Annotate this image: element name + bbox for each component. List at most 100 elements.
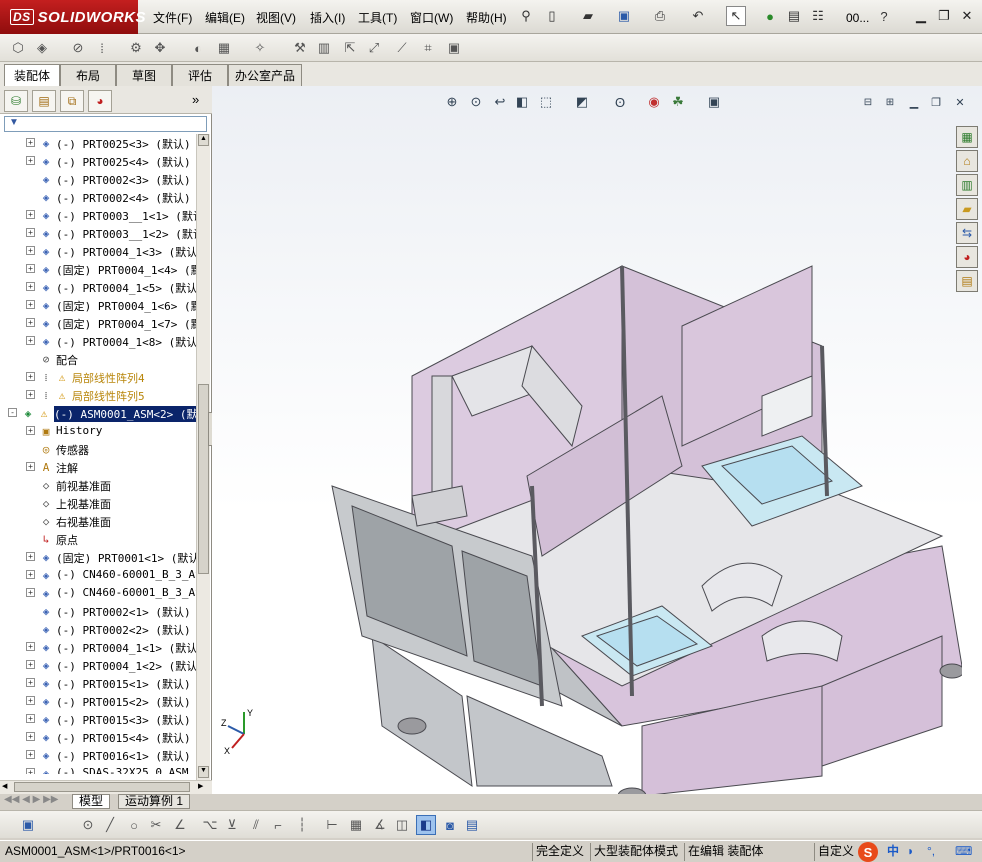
- tree-item[interactable]: + ◈ (-) PRT0015<1> (默认): [0, 674, 196, 692]
- explode-line-sketch-icon[interactable]: ⤢: [364, 38, 384, 58]
- tree-item[interactable]: + ◈ (-) PRT0004_1<8> (默认: [0, 332, 196, 350]
- rebuild-traffic-light-icon[interactable]: ●: [760, 6, 780, 26]
- smart-fasteners-icon[interactable]: ⚙: [126, 38, 146, 58]
- tree-item[interactable]: + ◈ (-) PRT0015<4> (默认): [0, 728, 196, 746]
- expand-node-icon[interactable]: +: [26, 282, 35, 291]
- tree-item[interactable]: - ◈ ⚠ (-) ASM0001_ASM<2> (默认: [0, 404, 196, 422]
- assembly-features-icon[interactable]: ▦: [214, 38, 234, 58]
- expand-node-icon[interactable]: +: [26, 210, 35, 219]
- instant3d-icon[interactable]: ⟋: [392, 38, 412, 58]
- previous-view-icon[interactable]: ↩: [490, 92, 510, 112]
- tree-item[interactable]: ◈ (-) PRT0002<3> (默认): [0, 170, 196, 188]
- open-folder-icon[interactable]: ▰: [578, 6, 598, 26]
- tree-item[interactable]: + ⁞ ⚠ 局部线性阵列5: [0, 386, 196, 404]
- expand-node-icon[interactable]: +: [26, 426, 35, 435]
- tree-item[interactable]: + ▣ History: [0, 422, 196, 440]
- take-snapshot-icon[interactable]: ▣: [444, 38, 464, 58]
- tree-item[interactable]: ◇ 上视基准面: [0, 494, 196, 512]
- edit-appearance-icon[interactable]: ◉: [644, 92, 664, 112]
- save-icon[interactable]: ▣: [614, 6, 634, 26]
- corner-rectangle-icon[interactable]: ⌐: [268, 815, 288, 835]
- tab-evaluate[interactable]: 评估: [172, 64, 228, 86]
- taskpane-resources-icon[interactable]: ▦: [956, 126, 978, 148]
- reference-geometry-icon[interactable]: ✧: [250, 38, 270, 58]
- tree-item[interactable]: + ◈ (-) SDAS-32X25 0 ASM: [0, 764, 196, 774]
- graphics-area[interactable]: ⊕ ⊙ ↩ ◧ ⬚ ◩ ʘ ◉ ☘ ▣ ⊟ ⊞ ▁ ❐ ✕ ▦ ⌂ ▥ ▰ ⇆ …: [212, 86, 982, 794]
- 3d-sketch-icon[interactable]: ◫: [392, 815, 412, 835]
- expand-node-icon[interactable]: +: [26, 660, 35, 669]
- tree-item[interactable]: + ◈ (-) PRT0016<1> (默认): [0, 746, 196, 764]
- ime-keyboard-icon[interactable]: ⌨: [952, 843, 975, 861]
- sketch-angle-icon[interactable]: ∡: [370, 815, 390, 835]
- tree-item[interactable]: ◎ 传感器: [0, 440, 196, 458]
- menu-view[interactable]: 视图(V): [256, 9, 296, 26]
- tab-assembly[interactable]: 装配体: [4, 64, 60, 86]
- expand-node-icon[interactable]: +: [26, 228, 35, 237]
- smart-dimension-icon[interactable]: ⊢: [322, 815, 342, 835]
- expand-node-icon[interactable]: +: [26, 462, 35, 471]
- tree-item[interactable]: + ◈ (-) PRT0025<4> (默认): [0, 152, 196, 170]
- configuration-manager-icon[interactable]: ⧉: [60, 90, 84, 112]
- tree-item[interactable]: + ◈ (-) PRT0004_1<1> (默认: [0, 638, 196, 656]
- viewport-minimize-icon[interactable]: ▁: [904, 92, 924, 112]
- apply-scene-icon[interactable]: ☘: [668, 92, 688, 112]
- tab-nav-arrows-icon[interactable]: ◀◀ ◀ ▶ ▶▶: [4, 794, 58, 805]
- move-component-icon[interactable]: ✥: [150, 38, 170, 58]
- new-part-icon[interactable]: ◈: [32, 38, 52, 58]
- scroll-up-icon[interactable]: ▲: [198, 134, 209, 146]
- tab-model[interactable]: 模型: [72, 794, 111, 809]
- menu-window[interactable]: 窗口(W): [410, 9, 453, 26]
- exploded-view-icon[interactable]: ⇱: [340, 38, 360, 58]
- circle-icon[interactable]: ○: [124, 815, 144, 835]
- expand-node-icon[interactable]: +: [26, 642, 35, 651]
- convert-entities-icon[interactable]: ⊻: [222, 815, 242, 835]
- tab-motion-study-1[interactable]: 运动算例 1: [118, 794, 191, 809]
- angle-icon[interactable]: ∠: [170, 815, 190, 835]
- tree-horizontal-scrollbar[interactable]: ◀ ▶: [0, 780, 212, 794]
- view-settings-icon[interactable]: ▣: [704, 92, 724, 112]
- tree-item[interactable]: + ◈ (-) PRT0004_1<3> (默认: [0, 242, 196, 260]
- hide-show-items-icon[interactable]: ʘ: [610, 92, 630, 112]
- expand-node-icon[interactable]: +: [26, 732, 35, 741]
- tree-item[interactable]: + ◈ (-) PRT0004_1<2> (默认: [0, 656, 196, 674]
- tab-layout[interactable]: 布局: [60, 64, 116, 86]
- new-motion-study-icon[interactable]: ⚒: [290, 38, 310, 58]
- menu-file[interactable]: 文件(F): [153, 9, 192, 26]
- centerline-icon[interactable]: ┆: [292, 815, 312, 835]
- section-view-icon[interactable]: ◧: [512, 92, 532, 112]
- viewport-close-icon[interactable]: ✕: [950, 92, 970, 112]
- file-properties-icon[interactable]: ▤: [784, 6, 804, 26]
- expand-node-icon[interactable]: +: [26, 696, 35, 705]
- ime-halfwidth-icon[interactable]: ◗: [904, 843, 917, 861]
- select-arrow-icon[interactable]: ↖: [726, 6, 746, 26]
- scroll-down-icon[interactable]: ▼: [198, 766, 209, 778]
- menu-edit[interactable]: 编辑(E): [205, 9, 245, 26]
- zoom-to-area-icon[interactable]: ⊙: [466, 92, 486, 112]
- expand-node-icon[interactable]: +: [26, 570, 35, 579]
- options-icon[interactable]: ☷: [808, 6, 828, 26]
- line-icon[interactable]: ╱: [100, 815, 120, 835]
- tree-item[interactable]: + ◈ (-) PRT0025<3> (默认): [0, 134, 196, 152]
- tree-item[interactable]: + ◈ (固定) PRT0004_1<7> (默: [0, 314, 196, 332]
- expand-node-icon[interactable]: +: [26, 552, 35, 561]
- tree-filter-input[interactable]: ▼: [4, 116, 207, 132]
- linear-pattern-icon[interactable]: ⁞: [92, 38, 112, 58]
- view-orientation-icon[interactable]: ⬚: [536, 92, 556, 112]
- tree-item[interactable]: ◇ 右视基准面: [0, 512, 196, 530]
- hide-show-icon[interactable]: ◐: [188, 38, 208, 58]
- menu-insert[interactable]: 插入(I): [310, 9, 345, 26]
- tree-item[interactable]: + ⁞ ⚠ 局部线性阵列4: [0, 368, 196, 386]
- minimize-icon[interactable]: ▁: [912, 7, 930, 25]
- expand-node-icon[interactable]: +: [26, 264, 35, 273]
- tree-item[interactable]: ↳ 原点: [0, 530, 196, 548]
- scroll-right-icon[interactable]: ▶: [198, 782, 208, 792]
- grid-icon[interactable]: ▦: [346, 815, 366, 835]
- expand-node-icon[interactable]: +: [26, 156, 35, 165]
- tab-office-products[interactable]: 办公室产品: [228, 64, 302, 86]
- expand-node-icon[interactable]: +: [26, 768, 35, 774]
- tree-item[interactable]: + ◈ (-) PRT0003__1<2> (默认: [0, 224, 196, 242]
- expand-node-icon[interactable]: +: [26, 714, 35, 723]
- shaded-view-icon[interactable]: ◧: [416, 815, 436, 835]
- new-document-icon[interactable]: ▯: [542, 6, 562, 26]
- viewport-restore-icon[interactable]: ❐: [926, 92, 946, 112]
